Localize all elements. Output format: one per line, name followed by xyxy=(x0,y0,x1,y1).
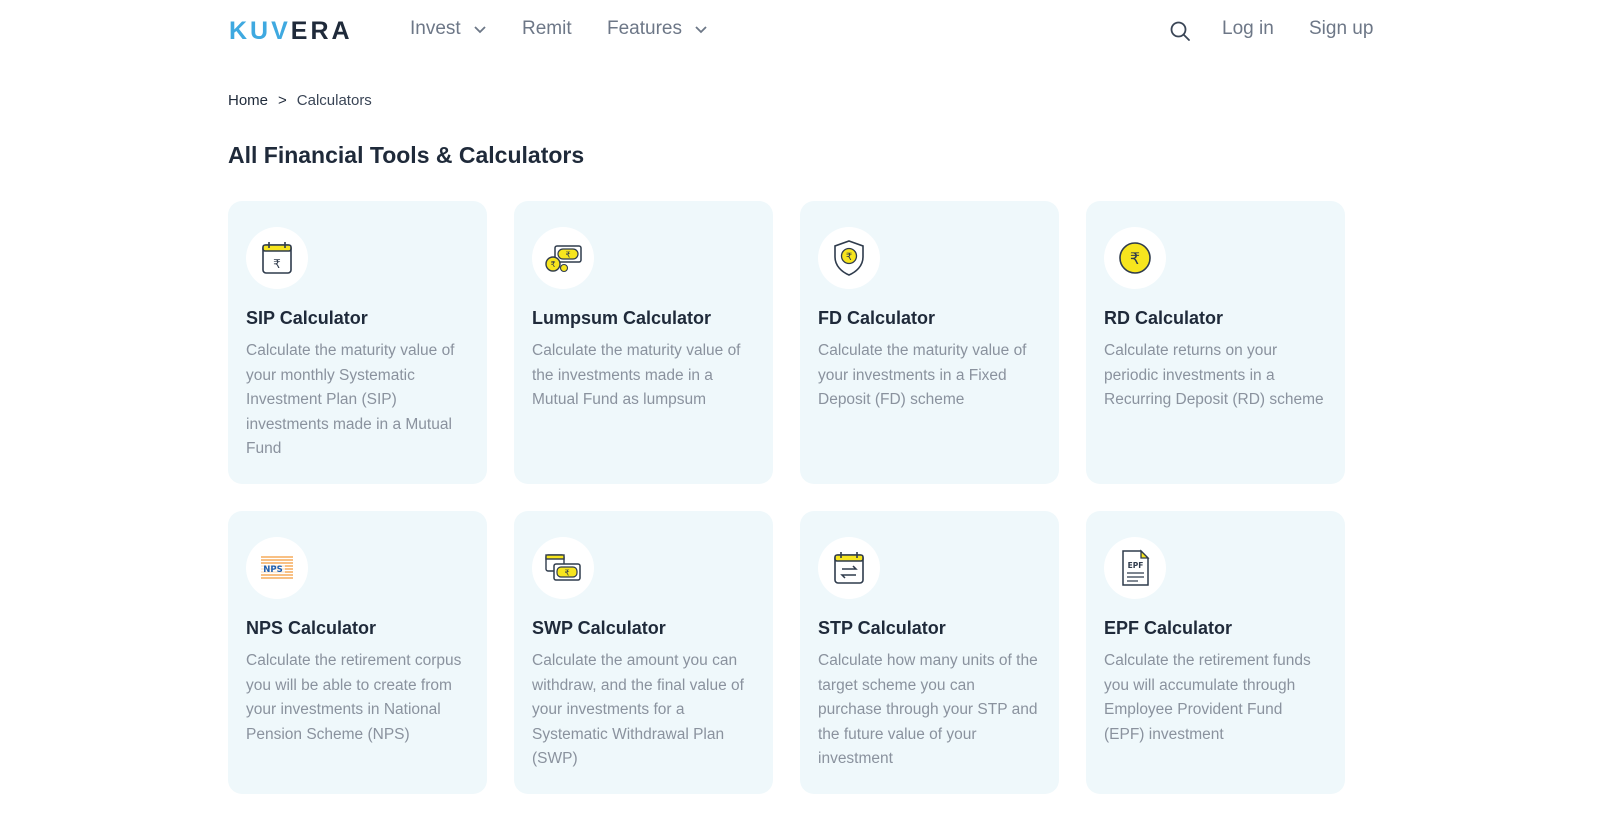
search-icon[interactable] xyxy=(1168,19,1192,43)
epf-doc-label: EPF xyxy=(1128,561,1144,570)
card-icon-wrap: ₹ xyxy=(818,227,880,289)
svg-text:₹: ₹ xyxy=(550,260,555,269)
shield-rupee-icon: ₹ xyxy=(834,240,864,276)
card-description: Calculate how many units of the target s… xyxy=(818,652,1038,767)
card-icon-wrap xyxy=(818,537,880,599)
card-swp-calculator[interactable]: ₹ SWP Calculator Calculate the amount yo… xyxy=(514,511,773,794)
calendar-transfer-icon xyxy=(834,552,864,584)
card-description: Calculate the maturity value of the inve… xyxy=(532,342,741,408)
card-nps-calculator[interactable]: NPS NPS Calculator Calculate the retirem… xyxy=(228,511,487,794)
calendar-banknote-icon: ₹ xyxy=(545,554,581,581)
card-epf-calculator[interactable]: EPF EPF Calculator Calculate the retirem… xyxy=(1086,511,1345,794)
breadcrumb-current: Calculators xyxy=(296,92,372,109)
card-stp-calculator[interactable]: STP Calculator Calculate how many units … xyxy=(800,511,1059,794)
card-title: NPS Calculator xyxy=(246,618,377,638)
logo-text-part2: ERA xyxy=(290,16,353,45)
card-title: RD Calculator xyxy=(1104,308,1224,328)
nav-invest-dropdown[interactable]: Invest xyxy=(410,18,487,40)
nps-trust-logo-icon: NPS xyxy=(261,556,293,579)
card-icon-wrap: ₹ xyxy=(246,227,308,289)
card-description: Calculate the retirement corpus you will… xyxy=(246,652,462,743)
calendar-rupee-icon: ₹ xyxy=(262,242,292,274)
svg-text:₹: ₹ xyxy=(564,569,569,578)
card-description: Calculate the retirement funds you will … xyxy=(1104,652,1311,743)
nav-remit-link[interactable]: Remit xyxy=(522,18,572,40)
breadcrumb-home-link[interactable]: Home xyxy=(228,92,268,109)
card-description: Calculate the maturity value of your inv… xyxy=(818,342,1027,408)
svg-text:₹: ₹ xyxy=(273,257,281,271)
card-icon-wrap: EPF xyxy=(1104,537,1166,599)
chevron-down-icon xyxy=(695,26,707,34)
calculator-grid: ₹ SIP Calculator Calculate the maturity … xyxy=(228,201,1345,794)
nav-invest-label: Invest xyxy=(410,18,461,39)
card-icon-wrap: NPS xyxy=(246,537,308,599)
card-icon-wrap: ₹ ₹ xyxy=(532,227,594,289)
signup-link[interactable]: Sign up xyxy=(1309,18,1373,40)
card-description: Calculate returns on your periodic inves… xyxy=(1104,342,1324,408)
card-lumpsum-calculator[interactable]: ₹ ₹ Lumpsum Calculator Calculate the mat… xyxy=(514,201,773,484)
card-description: Calculate the amount you can withdraw, a… xyxy=(532,652,744,767)
kuvera-logo[interactable]: KUV ERA xyxy=(229,16,353,45)
epf-document-icon: EPF xyxy=(1122,549,1150,586)
card-title: EPF Calculator xyxy=(1104,618,1233,638)
svg-text:₹: ₹ xyxy=(565,251,570,260)
logo-text-part1: KUV xyxy=(229,16,291,45)
card-icon-wrap: ₹ xyxy=(1104,227,1166,289)
card-title: FD Calculator xyxy=(818,308,936,328)
svg-text:₹: ₹ xyxy=(1130,249,1140,268)
nav-remit-label: Remit xyxy=(522,18,572,39)
card-fd-calculator[interactable]: ₹ FD Calculator Calculate the maturity v… xyxy=(800,201,1059,484)
login-link[interactable]: Log in xyxy=(1222,18,1274,40)
card-icon-wrap: ₹ xyxy=(532,537,594,599)
chevron-down-icon xyxy=(474,26,486,34)
card-title: SWP Calculator xyxy=(532,618,666,638)
rupee-coin-icon: ₹ xyxy=(1119,242,1151,274)
svg-text:₹: ₹ xyxy=(846,252,852,263)
nav-features-dropdown[interactable]: Features xyxy=(607,18,708,40)
card-title: STP Calculator xyxy=(818,618,946,638)
card-description: Calculate the maturity value of your mon… xyxy=(246,342,455,457)
top-navbar: KUV ERA Invest Remit Features Log in Sign… xyxy=(0,0,1600,62)
breadcrumb: Home > Calculators xyxy=(228,92,372,109)
breadcrumb-separator: > xyxy=(278,92,287,109)
svg-text:NPS: NPS xyxy=(263,565,282,575)
card-title: SIP Calculator xyxy=(246,308,368,328)
nav-features-label: Features xyxy=(607,18,682,39)
card-sip-calculator[interactable]: ₹ SIP Calculator Calculate the maturity … xyxy=(228,201,487,484)
page-title: All Financial Tools & Calculators xyxy=(228,142,585,168)
card-rd-calculator[interactable]: ₹ RD Calculator Calculate returns on you… xyxy=(1086,201,1345,484)
card-title: Lumpsum Calculator xyxy=(532,308,712,328)
coins-banknote-icon: ₹ ₹ xyxy=(545,245,582,273)
